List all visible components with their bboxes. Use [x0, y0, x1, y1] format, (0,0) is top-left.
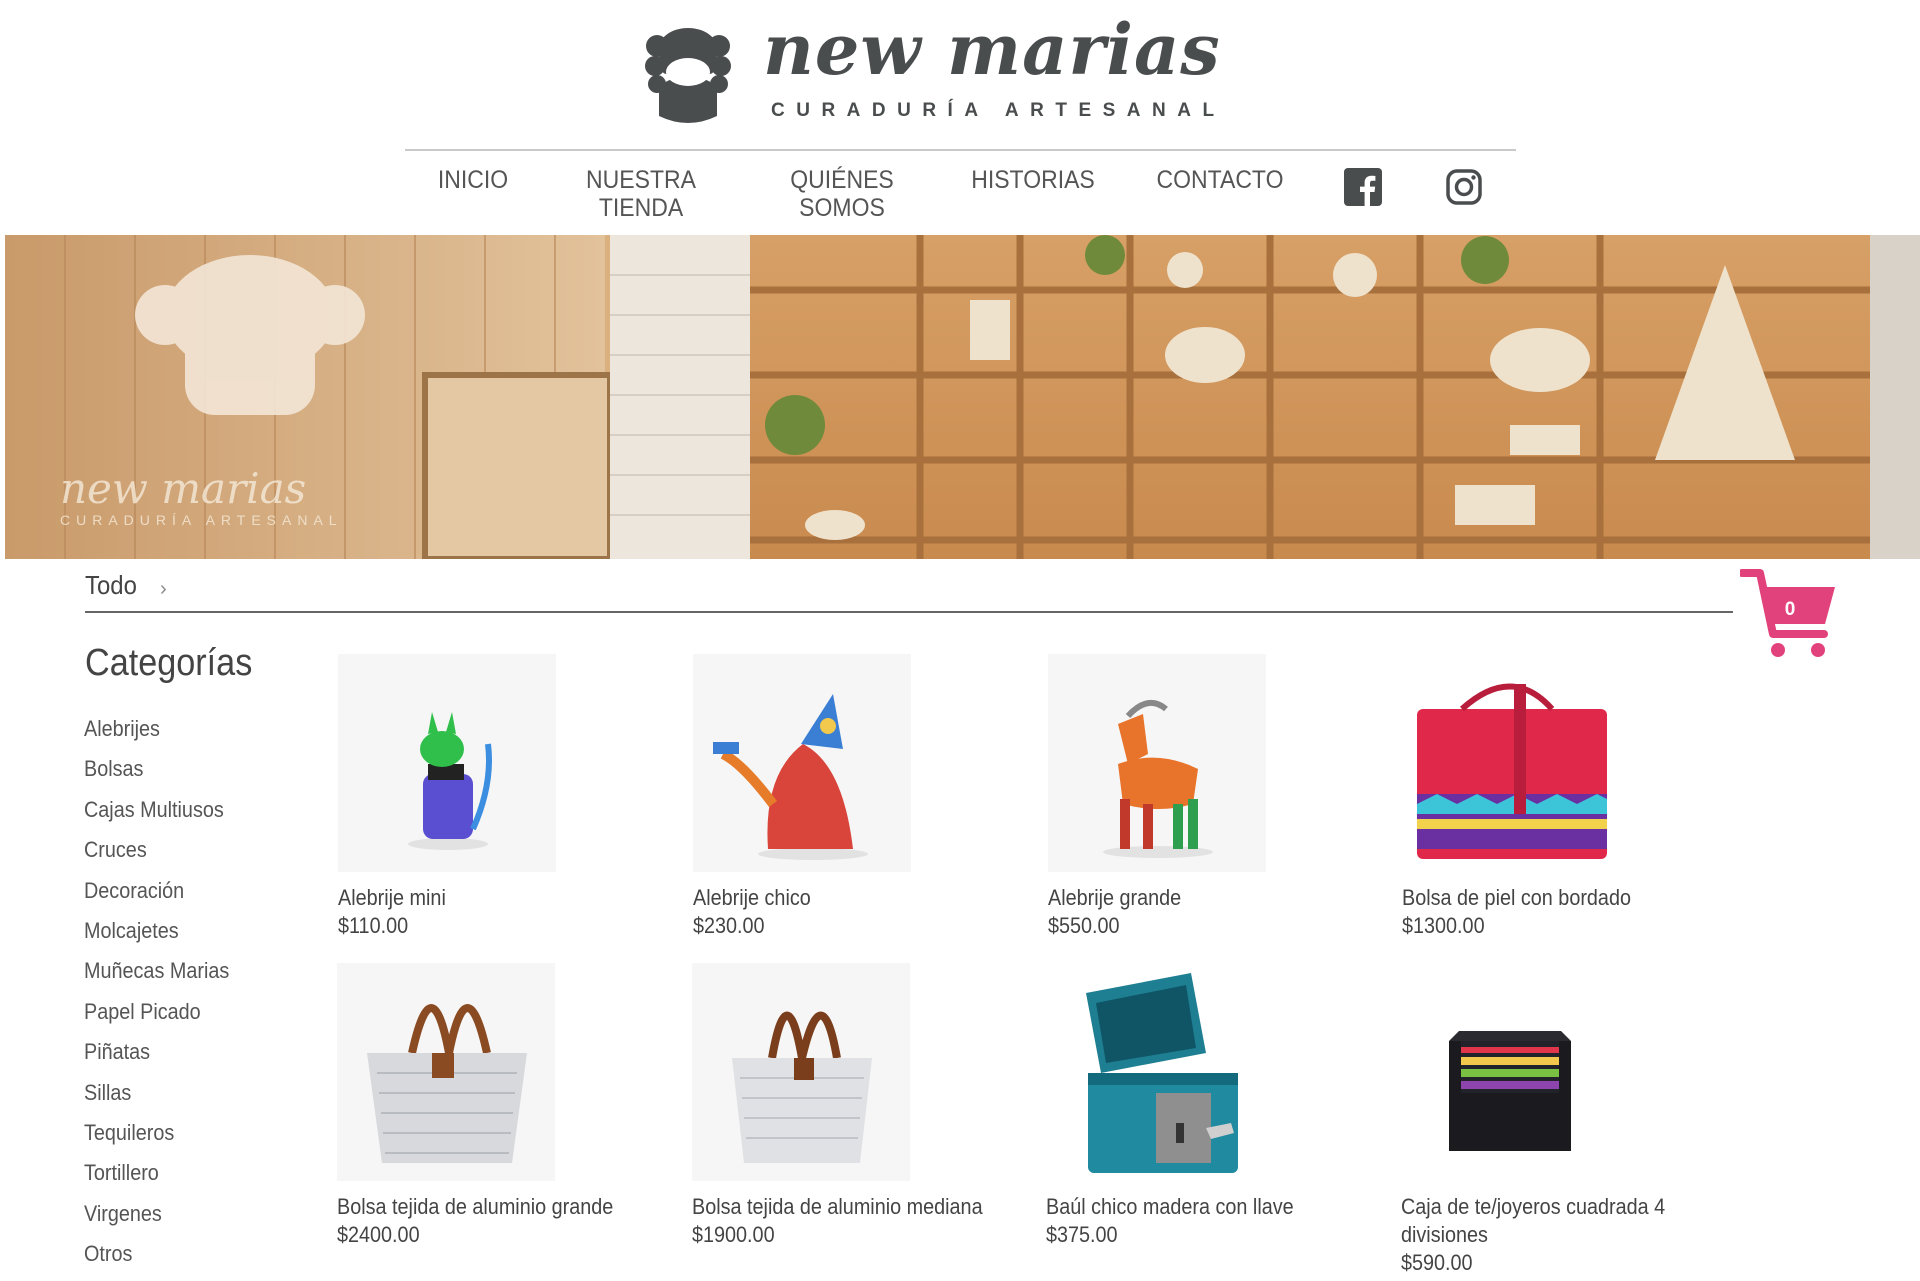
product-price: $550.00 [1048, 913, 1120, 938]
category-link[interactable]: Tequileros [84, 1120, 229, 1160]
nav-label: SOMOS [799, 194, 885, 222]
doll-logo-icon [645, 28, 731, 123]
product-image[interactable] [693, 654, 911, 872]
product-name[interactable]: Alebrije grande [1048, 884, 1354, 912]
product-image[interactable] [1402, 654, 1620, 872]
product-price: $1300.00 [1402, 913, 1485, 938]
product-card[interactable]: Caja de te/joyeros cuadrada 4 divisiones… [1401, 963, 1731, 1277]
hero-sign-text: new marias [60, 464, 306, 513]
nav-divider [405, 149, 1516, 151]
nav-item-inicio[interactable]: INICIO [433, 166, 512, 194]
product-price: $2400.00 [337, 1222, 420, 1247]
nav-item-nuestra-tienda[interactable]: NUESTRA TIENDA [582, 166, 700, 222]
product-image[interactable] [692, 963, 910, 1181]
product-card[interactable]: Baúl chico madera con llave $375.00 [1046, 963, 1376, 1249]
product-name[interactable]: Bolsa tejida de aluminio grande [337, 1193, 643, 1221]
main-nav: INICIO NUESTRA TIENDA QUIÉNES SOMOS HIST… [0, 166, 1920, 226]
category-link[interactable]: Alebrijes [84, 716, 229, 756]
category-link[interactable]: Bolsas [84, 756, 229, 796]
product-price: $375.00 [1046, 1222, 1118, 1247]
product-price: $230.00 [693, 913, 765, 938]
category-link[interactable]: Sillas [84, 1080, 229, 1120]
product-name[interactable]: Alebrije mini [338, 884, 644, 912]
category-link[interactable]: Papel Picado [84, 999, 229, 1039]
category-link[interactable]: Muñecas Marias [84, 958, 229, 998]
product-price: $590.00 [1401, 1250, 1473, 1275]
brand-wordmark: new marias [763, 8, 1221, 91]
product-price: $1900.00 [692, 1222, 775, 1247]
product-card[interactable]: Alebrije chico $230.00 [693, 654, 1023, 940]
nav-label: TIENDA [598, 194, 684, 222]
instagram-icon[interactable] [1445, 168, 1483, 206]
hero-banner: new marias CURADURÍA ARTESANAL [5, 235, 1920, 559]
store-interior-image: new marias CURADURÍA ARTESANAL [5, 235, 1920, 559]
product-name[interactable]: Bolsa de piel con bordado [1402, 884, 1708, 912]
categories-heading: Categorías [85, 642, 253, 684]
product-name[interactable]: Caja de te/joyeros cuadrada 4 divisiones [1401, 1193, 1707, 1249]
product-price: $110.00 [338, 913, 409, 938]
nav-label: HISTORIAS [971, 166, 1095, 194]
nav-item-contacto[interactable]: CONTACTO [1156, 166, 1285, 194]
product-image[interactable] [337, 963, 555, 1181]
category-link[interactable]: Cajas Multiusos [84, 797, 229, 837]
category-link[interactable]: Piñatas [84, 1039, 229, 1079]
category-link[interactable]: Otros [84, 1241, 229, 1281]
category-link[interactable]: Virgenes [84, 1201, 229, 1241]
nav-label: QUIÉNES [790, 166, 894, 194]
facebook-icon[interactable] [1344, 168, 1382, 206]
product-card[interactable]: Alebrije grande $550.00 [1048, 654, 1378, 940]
chevron-right-icon: › [160, 578, 167, 600]
category-link[interactable]: Cruces [84, 837, 229, 877]
product-image[interactable] [1048, 654, 1266, 872]
product-image[interactable] [1401, 963, 1619, 1181]
product-card[interactable]: Bolsa tejida de aluminio mediana $1900.0… [692, 963, 1022, 1249]
product-card[interactable]: Bolsa tejida de aluminio grande $2400.00 [337, 963, 667, 1249]
product-name[interactable]: Bolsa tejida de aluminio mediana [692, 1193, 998, 1221]
nav-label: INICIO [437, 166, 509, 194]
product-name[interactable]: Baúl chico madera con llave [1046, 1193, 1352, 1221]
product-card[interactable]: Bolsa de piel con bordado $1300.00 [1402, 654, 1732, 940]
breadcrumb-current[interactable]: Todo [85, 570, 137, 601]
breadcrumb-divider [85, 611, 1733, 613]
category-link[interactable]: Tortillero [84, 1160, 229, 1200]
category-link[interactable]: Molcajetes [84, 918, 229, 958]
nav-item-quienes-somos[interactable]: QUIÉNES SOMOS [783, 166, 901, 222]
brand-tagline: CURADURÍA ARTESANAL [771, 100, 1226, 121]
site-logo[interactable]: new marias CURADURÍA ARTESANAL [645, 8, 1285, 132]
nav-item-historias[interactable]: HISTORIAS [969, 166, 1098, 194]
cart-count-badge: 0 [1784, 599, 1796, 620]
nav-label: NUESTRA [586, 166, 696, 194]
product-name[interactable]: Alebrije chico [693, 884, 999, 912]
product-image[interactable] [1046, 963, 1264, 1181]
product-card[interactable]: Alebrije mini $110.00 [338, 654, 668, 940]
category-list: Alebrijes Bolsas Cajas Multiusos Cruces … [84, 716, 245, 1281]
product-image[interactable] [338, 654, 556, 872]
nav-label: CONTACTO [1156, 166, 1284, 194]
category-link[interactable]: Decoración [84, 878, 229, 918]
hero-sign-tagline: CURADURÍA ARTESANAL [60, 512, 343, 528]
